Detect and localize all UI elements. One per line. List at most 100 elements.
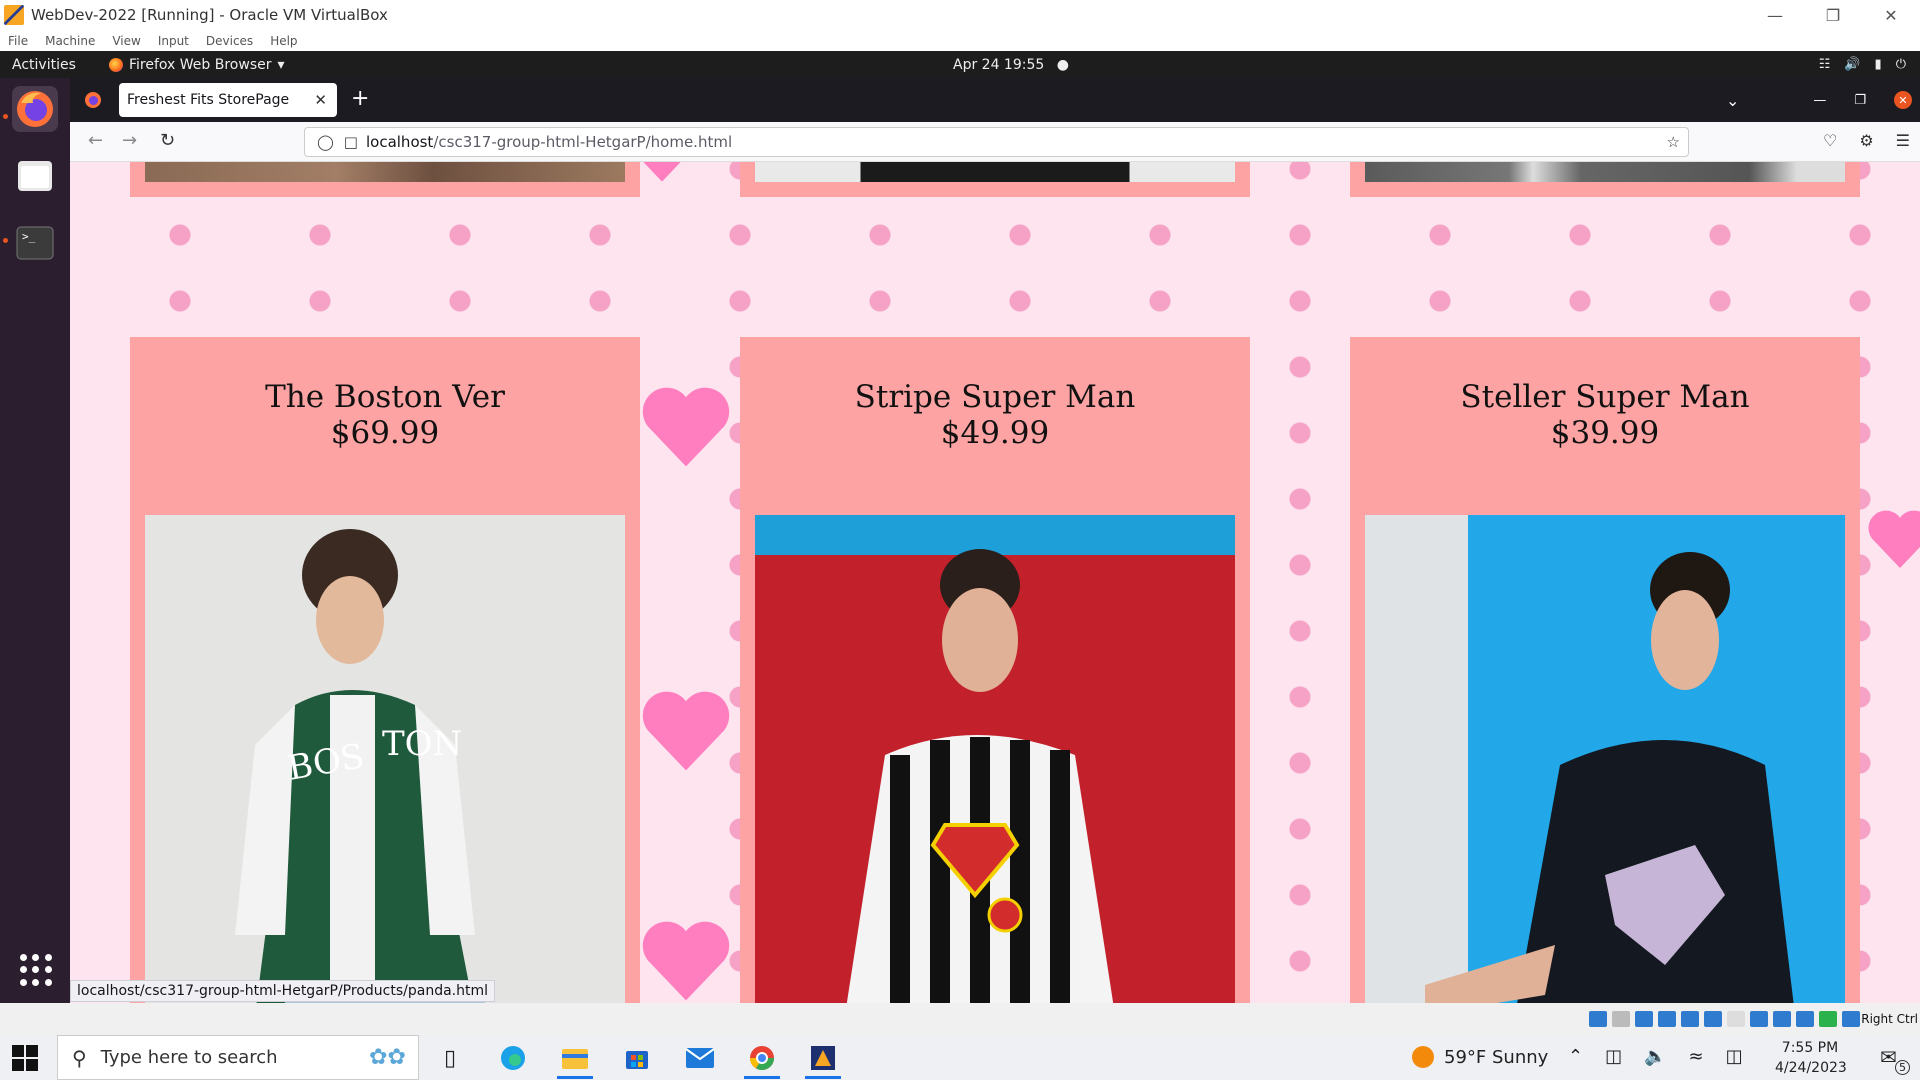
minimize-icon[interactable]: — (1813, 93, 1826, 108)
notification-center-icon[interactable]: ✉ 5 (1880, 1045, 1910, 1075)
mail-icon[interactable] (680, 1041, 720, 1075)
weather-widget[interactable]: 59°F Sunny (1412, 1046, 1548, 1068)
product-photo[interactable] (755, 515, 1235, 1003)
menu-file[interactable]: File (8, 34, 28, 48)
menu-machine[interactable]: Machine (45, 34, 95, 48)
hamburger-menu-icon[interactable]: ☰ (1896, 131, 1910, 150)
link-status-tooltip: localhost/csc317-group-html-HetgarP/Prod… (70, 980, 495, 1002)
mouse-integration-icon[interactable] (1796, 1011, 1814, 1027)
url-path: /csc317-group-html-HetgarP/home.html (433, 133, 733, 151)
product-card[interactable]: Steller Super Man $39.99 (1350, 337, 1860, 1003)
dock-files[interactable] (12, 153, 58, 199)
menu-view[interactable]: View (112, 34, 140, 48)
product-name: The Boston Ver (265, 379, 505, 415)
windows-start-icon[interactable] (12, 1045, 38, 1071)
close-icon[interactable]: ✕ (1894, 91, 1912, 109)
svg-text:TON: TON (382, 724, 462, 764)
chevron-up-icon[interactable]: ⌃ (1568, 1046, 1583, 1067)
product-card-top-3[interactable] (1350, 162, 1860, 197)
product-photo[interactable] (145, 162, 625, 182)
panel-clock[interactable]: Apr 24 19:55 ● (953, 57, 1069, 73)
app-menu[interactable]: Firefox Web Browser ▾ (109, 57, 285, 73)
firefox-view-icon[interactable] (84, 91, 102, 109)
restore-icon[interactable]: ❐ (1804, 0, 1862, 30)
terminal-icon: >_ (16, 226, 54, 260)
list-all-tabs-icon[interactable]: ⌄ (1726, 91, 1739, 110)
heart-decoration-icon (642, 691, 730, 771)
cpu-icon[interactable] (1773, 1011, 1791, 1027)
toolbar-icons: ♡ ⚙ ☰ (1823, 131, 1910, 150)
tracking-shield-icon[interactable]: ◯ (317, 133, 334, 151)
dock-firefox[interactable] (12, 86, 58, 132)
minimize-icon[interactable]: — (1746, 0, 1804, 30)
product-card[interactable]: The Boston Ver $69.99 BOS TON (130, 337, 640, 1003)
vbox-titlebar: WebDev-2022 [Running] - Oracle VM Virtua… (0, 0, 1920, 30)
chrome-icon[interactable] (742, 1041, 782, 1079)
product-price: $49.99 (940, 415, 1050, 451)
menu-input[interactable]: Input (158, 34, 189, 48)
search-placeholder: Type here to search (100, 1047, 278, 1068)
caret-down-icon: ▾ (277, 56, 285, 73)
menu-help[interactable]: Help (270, 34, 297, 48)
dock-terminal[interactable]: >_ (12, 220, 58, 266)
keyboard-icon[interactable] (1819, 1011, 1837, 1027)
url-bar[interactable]: ◯ □ localhost /csc317-group-html-HetgarP… (304, 127, 1689, 157)
product-price: $69.99 (330, 415, 440, 451)
heart-decoration-icon (642, 921, 730, 1001)
product-photo[interactable]: BOS TON (145, 515, 625, 1003)
bookmark-star-icon[interactable]: ☆ (1667, 133, 1680, 151)
hdd-icon[interactable] (1589, 1011, 1607, 1027)
usb-icon[interactable] (1681, 1011, 1699, 1027)
reload-icon[interactable]: ↻ (160, 130, 175, 151)
taskbar-search-box[interactable]: ⚲ Type here to search ✿✿ (57, 1035, 419, 1080)
recording-icon[interactable] (1750, 1011, 1768, 1027)
network-icon[interactable] (1658, 1011, 1676, 1027)
display-icon[interactable] (1727, 1011, 1745, 1027)
tab-freshest-fits[interactable]: Freshest Fits StorePage ✕ (119, 83, 337, 117)
virtualbox-logo-icon (4, 5, 24, 25)
volume-icon[interactable]: 🔈 (1644, 1046, 1666, 1067)
vbox-menubar: File Machine View Input Devices Help (0, 30, 1920, 51)
wifi-icon[interactable]: ≈ (1689, 1046, 1704, 1067)
product-photo[interactable] (755, 162, 1235, 182)
page-viewport[interactable]: The Boston Ver $69.99 BOS TON Stripe Sup… (70, 162, 1920, 1003)
windows-taskbar: ⚲ Type here to search ✿✿ ▯ 59°F Sunny ⌃ … (0, 1035, 1920, 1080)
product-photo[interactable] (1365, 515, 1845, 1003)
notification-dot-icon: ● (1056, 56, 1069, 73)
product-card-top-1[interactable] (130, 162, 640, 197)
product-name: Steller Super Man (1460, 379, 1750, 415)
battery-icon[interactable]: ◫ (1605, 1046, 1622, 1067)
taskbar-date: 4/24/2023 (1775, 1060, 1847, 1076)
virtualbox-icon[interactable] (803, 1041, 843, 1079)
restore-icon[interactable]: ❐ (1854, 93, 1866, 108)
forward-icon[interactable]: → (122, 130, 137, 151)
keyboard-layout-icon[interactable]: ◫ (1726, 1046, 1743, 1067)
extensions-icon[interactable]: ⚙ (1859, 131, 1873, 150)
optical-drive-icon[interactable] (1612, 1011, 1630, 1027)
show-applications-icon[interactable] (20, 954, 52, 986)
task-view-icon[interactable]: ▯ (430, 1041, 470, 1075)
activities-button[interactable]: Activities (12, 57, 76, 73)
store-icon[interactable] (617, 1041, 657, 1075)
back-icon[interactable]: ← (88, 130, 103, 151)
product-card-top-2[interactable] (740, 162, 1250, 197)
edge-icon[interactable] (493, 1041, 533, 1075)
audio-icon[interactable] (1635, 1011, 1653, 1027)
file-explorer-icon[interactable] (555, 1041, 595, 1079)
taskbar-clock[interactable]: 7:55 PM 4/24/2023 (1775, 1038, 1847, 1078)
arrow-down-icon[interactable] (1842, 1011, 1860, 1027)
system-tray[interactable]: ☷ 🔊 ▮ ⏻ (1819, 57, 1906, 72)
system-tray-icons: ⌃ ◫ 🔈 ≈ ◫ (1568, 1046, 1743, 1067)
menu-devices[interactable]: Devices (206, 34, 253, 48)
product-card[interactable]: Stripe Super Man $49.99 (740, 337, 1250, 1003)
close-icon[interactable]: ✕ (1862, 0, 1920, 30)
new-tab-icon[interactable]: + (351, 88, 369, 110)
shared-folder-icon[interactable] (1704, 1011, 1722, 1027)
host-key-label: Right Ctrl (1861, 1012, 1918, 1026)
product-photo[interactable] (1365, 162, 1845, 182)
pocket-icon[interactable]: ♡ (1823, 131, 1837, 150)
battery-icon: ▮ (1874, 57, 1882, 72)
tab-title: Freshest Fits StorePage (127, 92, 290, 108)
panel-clock-text: Apr 24 19:55 (953, 56, 1045, 73)
tab-close-icon[interactable]: ✕ (314, 91, 327, 109)
